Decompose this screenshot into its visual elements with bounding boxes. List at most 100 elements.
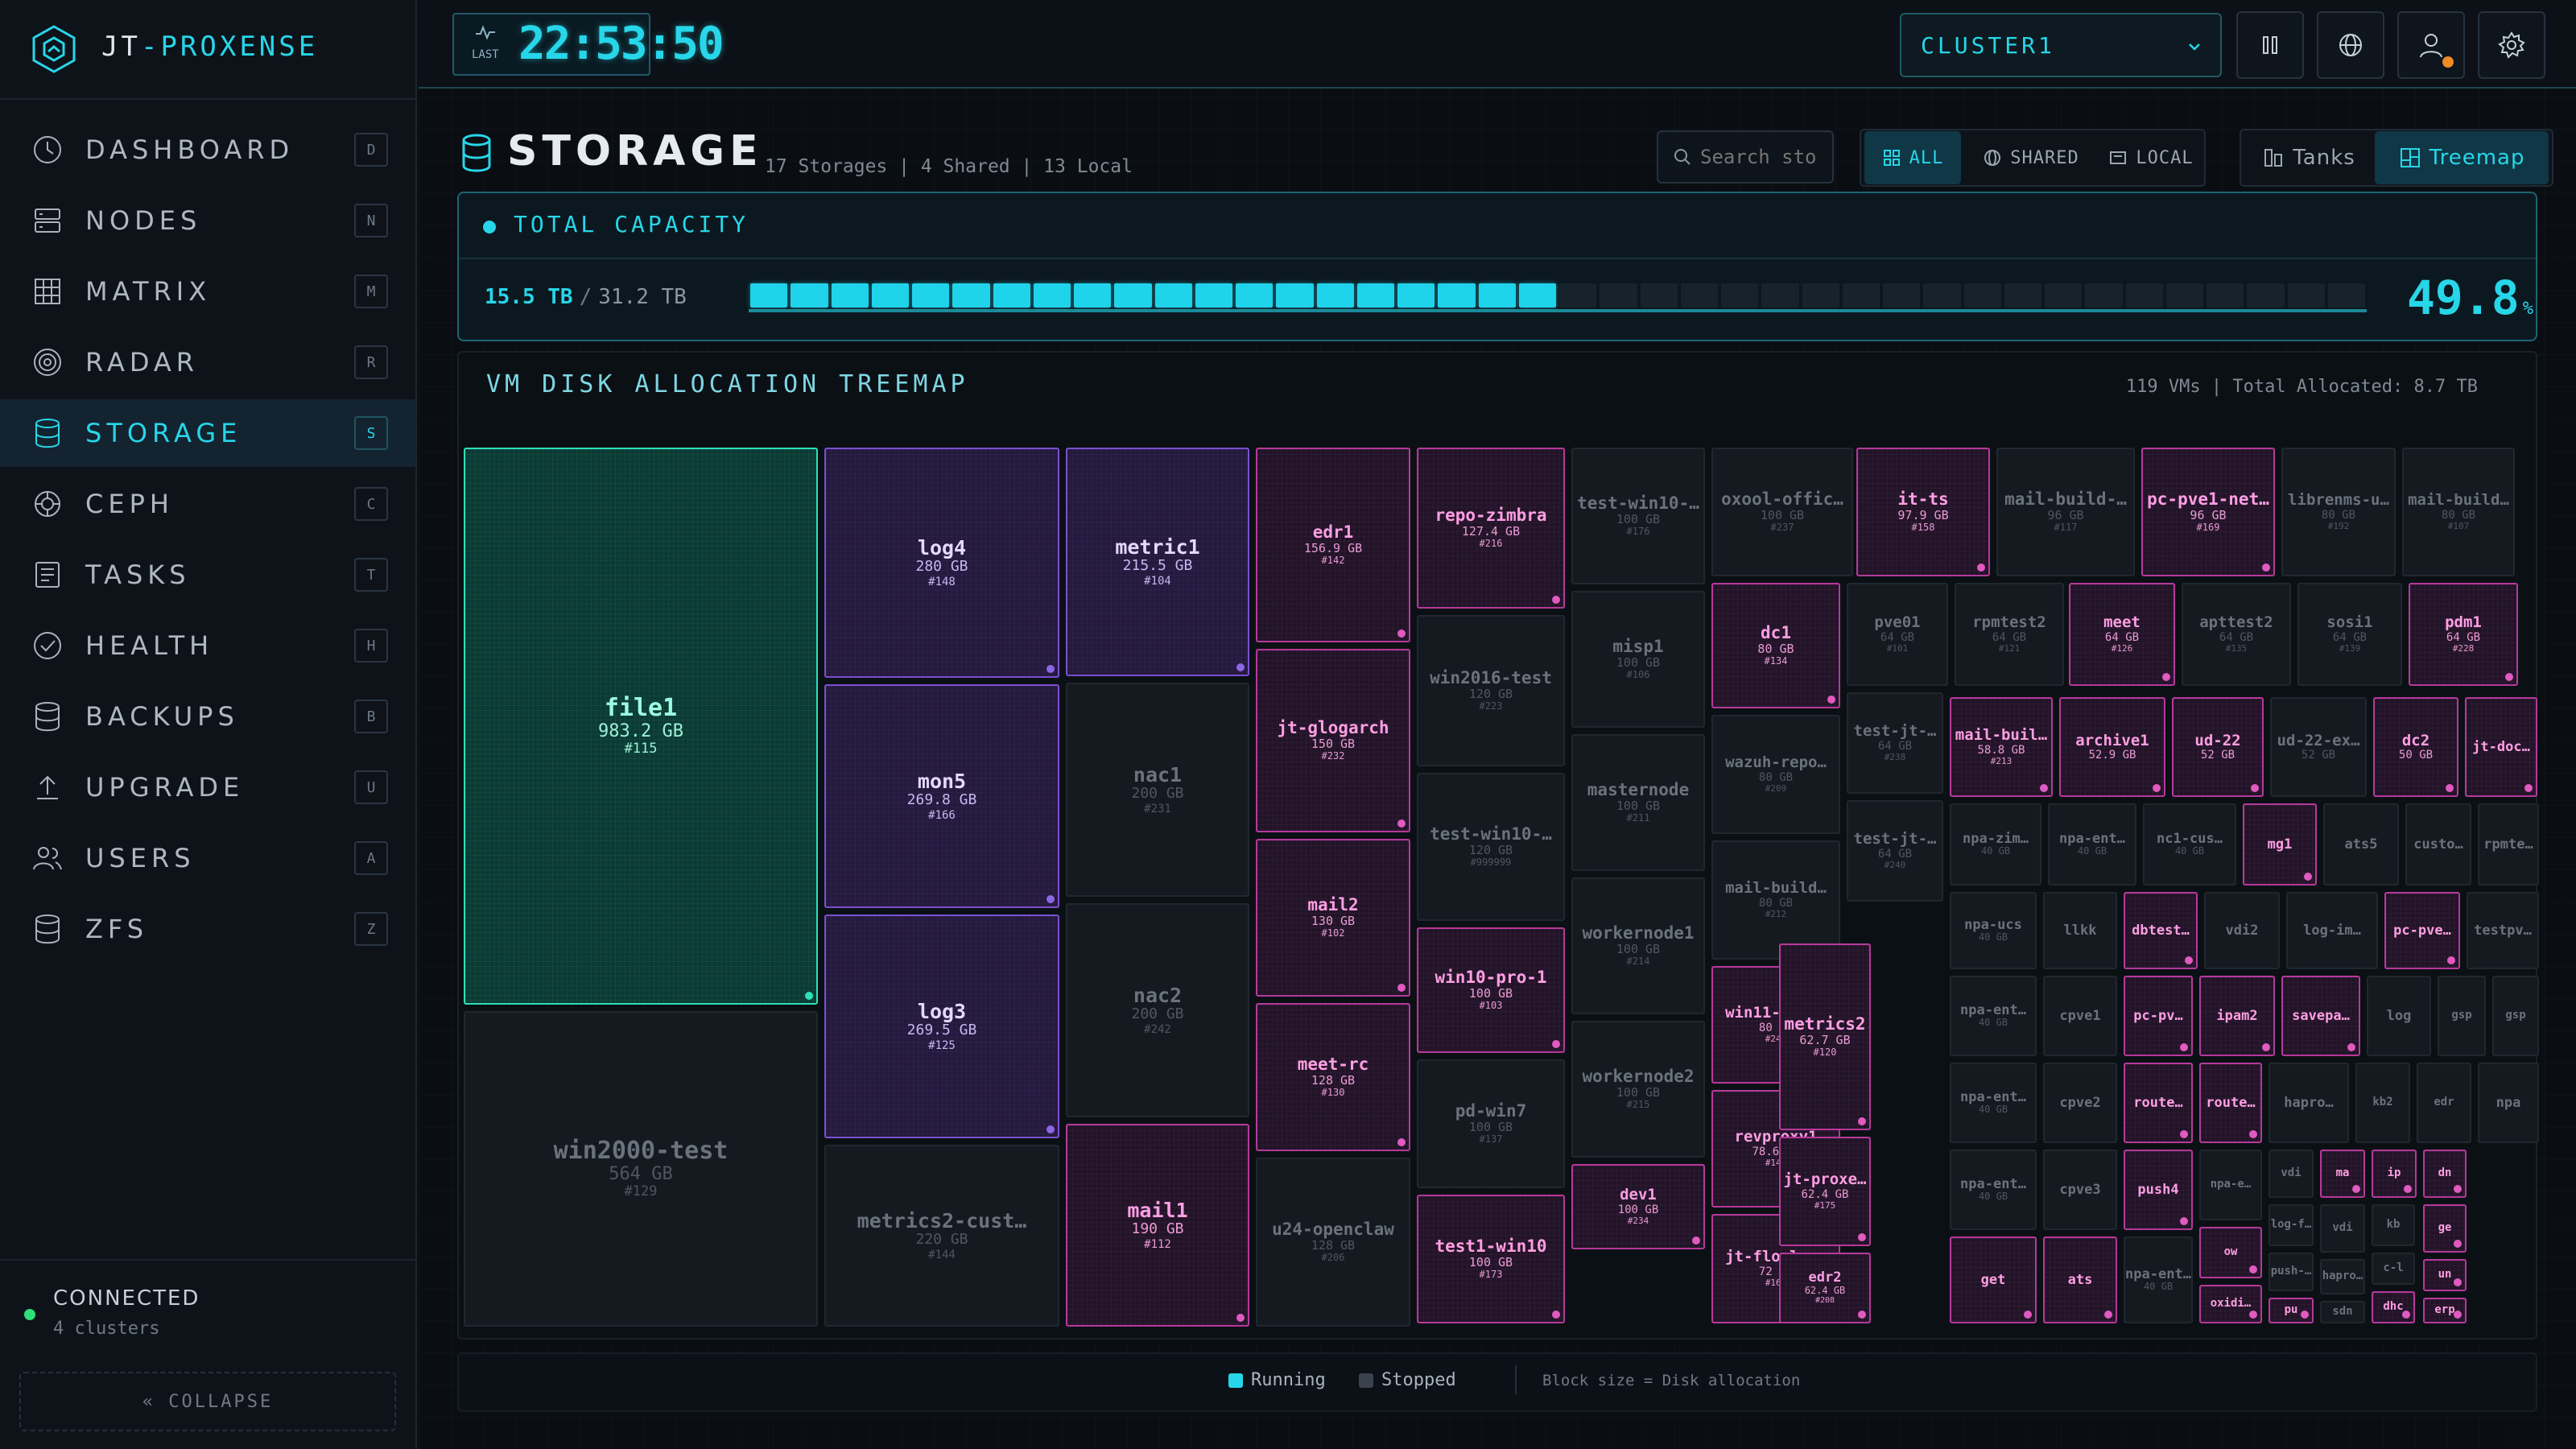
vm-tile[interactable]: archive1 52.9 GB xyxy=(2059,697,2165,797)
vm-tile[interactable]: un xyxy=(2423,1259,2467,1291)
vm-tile[interactable]: testpv… xyxy=(2467,892,2539,969)
vm-tile[interactable]: rpmtest2 64 GB #121 xyxy=(1955,583,2064,686)
vm-tile[interactable]: log xyxy=(2367,976,2431,1056)
sidebar-item-matrix[interactable]: MATRIX M xyxy=(0,258,415,325)
vm-tile[interactable]: ma xyxy=(2320,1150,2365,1198)
vm-tile[interactable]: vdi2 xyxy=(2204,892,2280,969)
vm-tile[interactable]: test1-win10 100 GB #173 xyxy=(1417,1195,1565,1323)
vm-tile[interactable]: gsp xyxy=(2438,976,2486,1056)
vm-tile[interactable]: nac2 200 GB #242 xyxy=(1066,903,1249,1117)
vm-tile[interactable]: dc2 50 GB xyxy=(2373,697,2458,797)
vm-tile[interactable]: npa-ent… 40 GB xyxy=(1950,1150,2037,1230)
vm-tile[interactable]: metric1 215.5 GB #104 xyxy=(1066,448,1249,676)
view-tanks-button[interactable]: Tanks xyxy=(2244,131,2373,184)
vm-tile[interactable]: kb2 xyxy=(2355,1063,2410,1143)
vm-tile[interactable]: pu xyxy=(2268,1298,2314,1323)
vm-tile[interactable]: test-jt-… 64 GB #238 xyxy=(1847,692,1943,794)
vm-tile[interactable]: dbtest… xyxy=(2124,892,2198,969)
sidebar-item-dashboard[interactable]: DASHBOARD D xyxy=(0,116,415,184)
vm-tile[interactable]: ow xyxy=(2199,1227,2262,1278)
vm-tile[interactable]: ipam2 xyxy=(2199,976,2275,1056)
vm-tile[interactable]: pdm1 64 GB #228 xyxy=(2409,583,2518,686)
vm-tile[interactable]: npa xyxy=(2478,1063,2539,1143)
vm-tile[interactable]: edr1 156.9 GB #142 xyxy=(1256,448,1410,642)
sidebar-item-upgrade[interactable]: UPGRADE U xyxy=(0,753,415,821)
user-button[interactable] xyxy=(2397,11,2465,79)
vm-tile[interactable]: npa-ucs 40 GB xyxy=(1950,892,2037,969)
vm-tile[interactable]: npa-ent… 40 GB xyxy=(2124,1236,2193,1323)
vm-tile[interactable]: win2016-test 120 GB #223 xyxy=(1417,615,1565,766)
vm-tile[interactable]: vdi xyxy=(2320,1204,2365,1253)
vm-tile[interactable]: test-win10-… 100 GB #176 xyxy=(1571,448,1705,584)
vm-tile[interactable]: log4 280 GB #148 xyxy=(824,448,1059,678)
vm-tile[interactable]: erp xyxy=(2423,1298,2467,1323)
vm-tile[interactable]: jt-proxe… 62.4 GB #175 xyxy=(1779,1137,1871,1246)
vm-tile[interactable]: win10-pro-1 100 GB #103 xyxy=(1417,927,1565,1053)
vm-tile[interactable]: metrics2-cust… 220 GB #144 xyxy=(824,1145,1059,1327)
sidebar-item-users[interactable]: USERS A xyxy=(0,824,415,892)
vm-tile[interactable]: log3 269.5 GB #125 xyxy=(824,914,1059,1138)
vm-tile[interactable]: npa-ent… 40 GB xyxy=(1950,976,2037,1056)
vm-tile[interactable]: log-im… xyxy=(2286,892,2378,969)
sidebar-item-radar[interactable]: RADAR R xyxy=(0,328,415,396)
vm-tile[interactable]: pve01 64 GB #101 xyxy=(1847,583,1948,686)
vm-tile[interactable]: pc-pv… xyxy=(2124,976,2193,1056)
vm-tile[interactable]: get xyxy=(1950,1236,2037,1323)
vm-tile[interactable]: edr2 62.4 GB #208 xyxy=(1779,1253,1871,1323)
sidebar-item-ceph[interactable]: CEPH C xyxy=(0,470,415,538)
vm-tile[interactable]: hapro… xyxy=(2320,1259,2365,1294)
sidebar-item-tasks[interactable]: TASKS T xyxy=(0,541,415,609)
vm-tile[interactable]: mg1 xyxy=(2243,803,2317,886)
vm-tile[interactable]: sdn xyxy=(2320,1301,2365,1323)
vm-tile[interactable]: jt-doc… xyxy=(2465,697,2537,797)
search-input[interactable] xyxy=(1700,146,1829,168)
vm-tile[interactable]: ip xyxy=(2372,1150,2417,1198)
vm-tile[interactable]: push-… xyxy=(2268,1253,2314,1291)
vm-tile[interactable]: dhc xyxy=(2372,1291,2415,1323)
vm-tile[interactable]: vdi xyxy=(2268,1150,2314,1198)
vm-tile[interactable]: mail-build-… 96 GB #117 xyxy=(1996,448,2135,576)
vm-tile[interactable]: mail1 190 GB #112 xyxy=(1066,1124,1249,1327)
sidebar-item-zfs[interactable]: ZFS Z xyxy=(0,895,415,963)
vm-tile[interactable]: test-jt-… 64 GB #240 xyxy=(1847,800,1943,902)
vm-tile[interactable]: librenms-u… 80 GB #192 xyxy=(2281,448,2396,576)
vm-tile[interactable]: win2000-test 564 GB #129 xyxy=(464,1011,818,1327)
vm-tile[interactable]: metrics2 62.7 GB #120 xyxy=(1779,943,1871,1130)
vm-tile[interactable]: mon5 269.8 GB #166 xyxy=(824,684,1059,908)
vm-tile[interactable]: custo… xyxy=(2405,803,2471,886)
vm-tile[interactable]: test-win10-… 120 GB #999999 xyxy=(1417,773,1565,921)
vm-tile[interactable]: sosi1 64 GB #139 xyxy=(2297,583,2402,686)
vm-tile[interactable]: nc1-cus… 40 GB xyxy=(2143,803,2236,886)
vm-tile[interactable]: edr xyxy=(2417,1063,2471,1143)
vm-tile[interactable]: repo-zimbra 127.4 GB #216 xyxy=(1417,448,1565,609)
vm-tile[interactable]: cpve1 xyxy=(2043,976,2117,1056)
vm-tile[interactable]: oxool-offic… 100 GB #237 xyxy=(1711,448,1853,576)
vm-tile[interactable]: dc1 80 GB #134 xyxy=(1711,583,1840,708)
settings-button[interactable] xyxy=(2478,11,2545,79)
vm-tile[interactable]: meet-rc 128 GB #130 xyxy=(1256,1003,1410,1151)
vm-tile[interactable]: cpve3 xyxy=(2043,1150,2117,1230)
search-box[interactable] xyxy=(1657,130,1834,184)
vm-tile[interactable]: cpve2 xyxy=(2043,1063,2117,1143)
vm-tile[interactable]: npa-ent… 40 GB xyxy=(1950,1063,2037,1143)
vm-tile[interactable]: npa-ent… 40 GB xyxy=(2048,803,2136,886)
vm-tile[interactable]: mail2 130 GB #102 xyxy=(1256,839,1410,997)
vm-tile[interactable]: savepa… xyxy=(2281,976,2360,1056)
sidebar-item-storage[interactable]: STORAGE S xyxy=(0,399,415,467)
view-treemap-button[interactable]: Treemap xyxy=(2375,131,2549,184)
vm-tile[interactable]: apttest2 64 GB #135 xyxy=(2182,583,2291,686)
vm-tile[interactable]: route… xyxy=(2124,1063,2193,1143)
vm-tile[interactable]: workernode2 100 GB #215 xyxy=(1571,1021,1705,1158)
vm-tile[interactable]: mail-buil… 58.8 GB #213 xyxy=(1950,697,2053,797)
vm-tile[interactable]: jt-glogarch 150 GB #232 xyxy=(1256,649,1410,832)
vm-tile[interactable]: npa-zim… 40 GB xyxy=(1950,803,2041,886)
vm-tile[interactable]: gsp xyxy=(2492,976,2539,1056)
vm-tile[interactable]: file1 983.2 GB #115 xyxy=(464,448,818,1005)
vm-tile[interactable]: ge xyxy=(2423,1204,2467,1253)
vm-tile[interactable]: ats xyxy=(2043,1236,2117,1323)
vm-tile[interactable]: mail-build… 80 GB #107 xyxy=(2402,448,2515,576)
vm-tile[interactable]: wazuh-repo… 80 GB #209 xyxy=(1711,715,1840,834)
filter-all-button[interactable]: ALL xyxy=(1864,131,1961,184)
sidebar-item-health[interactable]: HEALTH H xyxy=(0,612,415,679)
vm-tile[interactable]: u24-openclaw 128 GB #206 xyxy=(1256,1158,1410,1327)
